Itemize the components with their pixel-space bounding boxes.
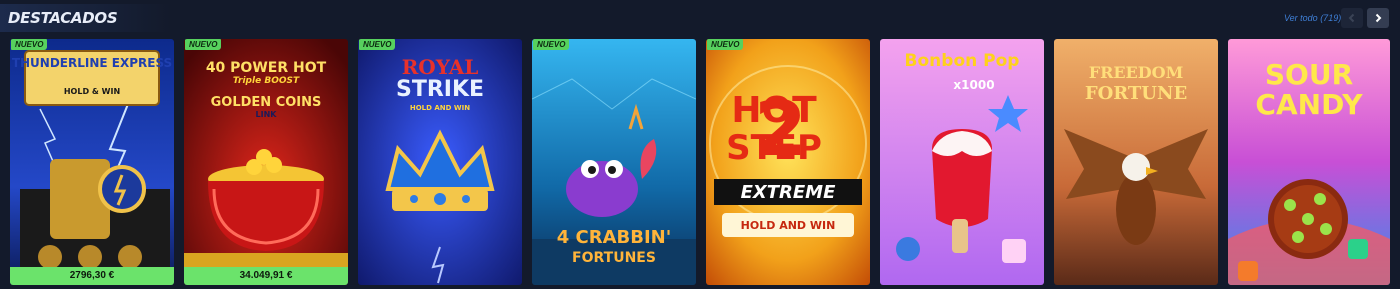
new-badge: NUEVO bbox=[359, 39, 396, 50]
game-logo-line1: Bonbon Pop bbox=[904, 51, 1020, 71]
game-card-4-crabbin-fortunes[interactable]: 4 CRABBIN' FORTUNES NUEVO bbox=[532, 39, 696, 285]
game-logo-subtitle: HOLD AND WIN bbox=[409, 104, 471, 112]
carousel-next-button[interactable] bbox=[1367, 8, 1389, 28]
jackpot-amount: 34.049,91 € bbox=[184, 267, 348, 285]
game-logo-line2: CANDY bbox=[1255, 88, 1363, 121]
game-thumbnail bbox=[532, 39, 696, 285]
game-logo-line2: x1000 bbox=[953, 78, 995, 92]
section-header: DESTACADOS Ver todo (719) bbox=[0, 0, 1400, 38]
game-card-bonbon-pop[interactable]: Bonbon Pop x1000 bbox=[880, 39, 1044, 285]
new-badge: NUEVO bbox=[533, 39, 570, 50]
jackpot-amount: 2796,30 € bbox=[10, 267, 174, 285]
game-thumbnail bbox=[10, 39, 174, 285]
game-logo-subtitle: HOLD AND WIN bbox=[740, 219, 836, 232]
game-card-royal-strike[interactable]: ROYAL STRIKE HOLD AND WIN NUEVO bbox=[358, 39, 522, 285]
game-logo-boost: BOOST bbox=[264, 76, 300, 86]
new-badge: NUEVO bbox=[11, 39, 48, 50]
game-logo-line1: 40 POWER HOT bbox=[205, 60, 327, 76]
game-card-sour-candy[interactable]: SOUR CANDY bbox=[1228, 39, 1390, 285]
game-logo-line2: STRIKE bbox=[395, 77, 485, 102]
game-logo-line3: 2 bbox=[754, 84, 807, 173]
carousel-prev-button[interactable] bbox=[1341, 8, 1363, 28]
game-logo-line5: LINK bbox=[255, 110, 277, 119]
view-all-link[interactable]: Ver todo (719) bbox=[1284, 13, 1341, 23]
game-logo-triple: Triple bbox=[232, 76, 262, 86]
game-logo-line1: ROYAL bbox=[401, 55, 479, 79]
game-logo-line2: FORTUNES bbox=[572, 250, 656, 266]
game-card-40-power-hot[interactable]: 40 POWER HOT Triple BOOST GOLDEN COINS L… bbox=[184, 39, 348, 285]
game-card-freedom-fortune[interactable]: FREEDOM FORTUNE bbox=[1054, 39, 1218, 285]
game-thumbnail bbox=[880, 39, 1044, 285]
game-card-hot-step-2-extreme[interactable]: HOT STEP 2 EXTREME HOLD AND WIN NUEVO bbox=[706, 39, 870, 285]
game-logo-line1: 4 CRABBIN' bbox=[556, 227, 672, 248]
game-logo-line1: THUNDERLINE EXPRESS bbox=[11, 56, 173, 70]
chevron-right-icon bbox=[1375, 13, 1382, 23]
section-title: DESTACADOS bbox=[8, 9, 118, 27]
chevron-left-icon bbox=[1348, 13, 1355, 23]
game-logo-line4: EXTREME bbox=[740, 182, 836, 203]
game-logo-line4: GOLDEN COINS bbox=[210, 95, 322, 110]
game-card-thunderline-express[interactable]: THUNDERLINE EXPRESS HOLD & WIN NUEVO 279… bbox=[10, 39, 174, 285]
new-badge: NUEVO bbox=[707, 39, 744, 50]
new-badge: NUEVO bbox=[185, 39, 222, 50]
game-logo-line2: FORTUNE bbox=[1084, 83, 1188, 104]
game-logo-line1: SOUR bbox=[1264, 58, 1354, 91]
games-carousel: THUNDERLINE EXPRESS HOLD & WIN NUEVO 279… bbox=[0, 39, 1400, 289]
game-logo-subtitle: HOLD & WIN bbox=[63, 87, 121, 96]
game-logo-line2: Triple BOOST bbox=[184, 77, 348, 86]
game-logo-line1: FREEDOM bbox=[1088, 63, 1184, 82]
